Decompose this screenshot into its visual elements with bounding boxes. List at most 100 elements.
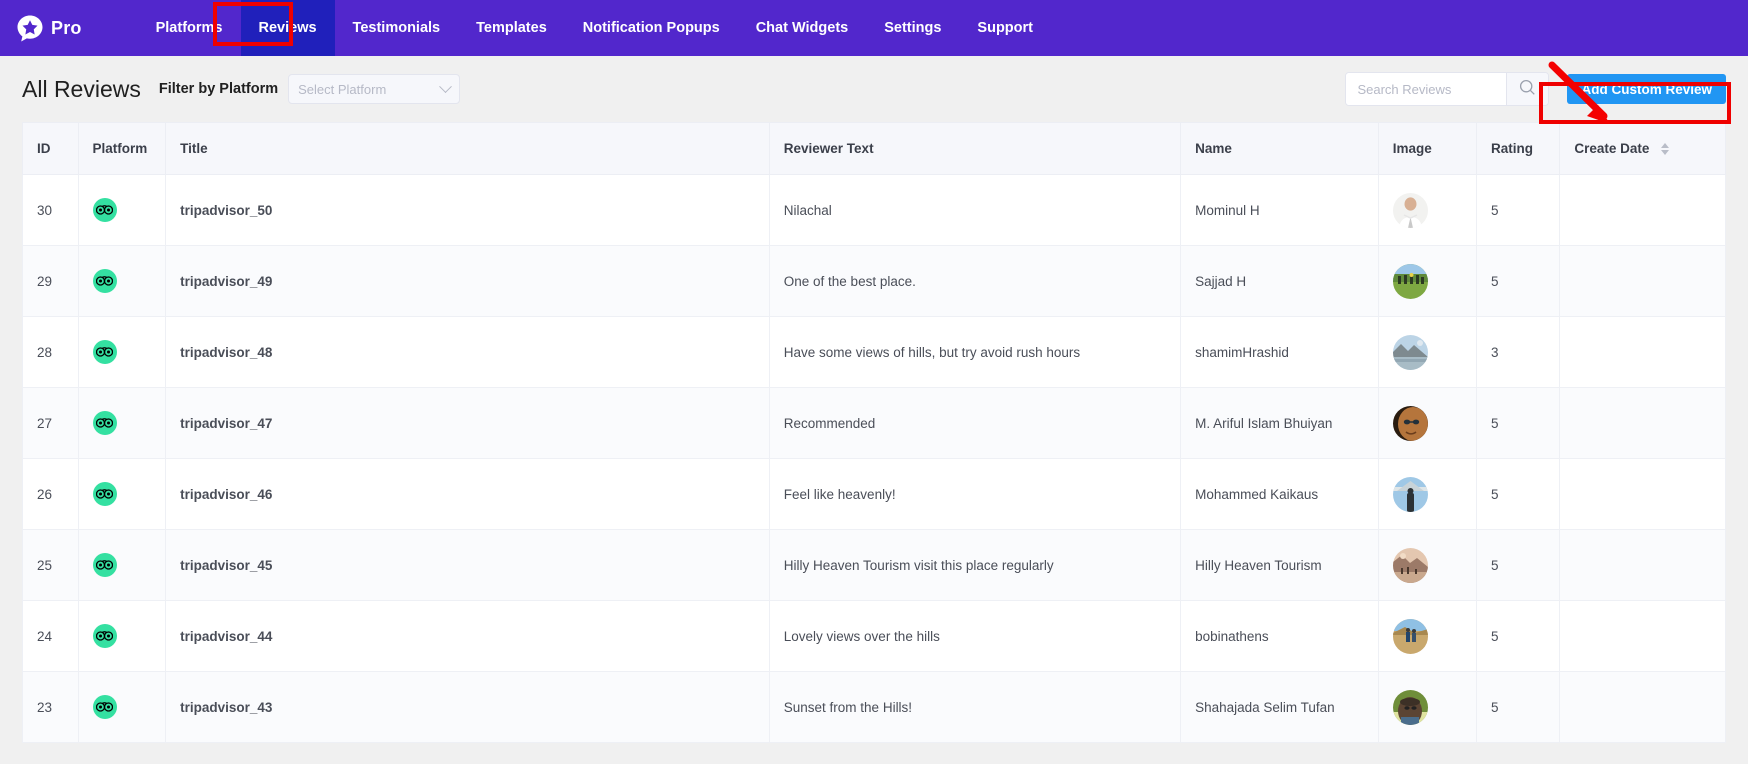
sort-toggle-icon[interactable] [1660, 142, 1670, 156]
cell-title[interactable]: tripadvisor_46 [165, 458, 770, 530]
cell-title[interactable]: tripadvisor_43 [165, 671, 770, 743]
nav-item-platforms[interactable]: Platforms [138, 0, 241, 56]
tripadvisor-owl-icon [92, 269, 117, 293]
reviews-table-body: 30 tripadvisor_50 Nilachal Mominul H 5 2… [22, 174, 1726, 743]
tripadvisor-owl-icon [92, 482, 117, 506]
reviews-table: ID Platform Title Reviewer Text Name Ima… [22, 122, 1726, 743]
avatar [1392, 334, 1428, 370]
avatar [1392, 263, 1428, 299]
cell-platform [77, 529, 167, 601]
search-input[interactable] [1346, 73, 1507, 105]
column-header-platform: Platform [77, 122, 167, 175]
cell-name: Mohammed Kaikaus [1180, 458, 1379, 530]
table-row[interactable]: 26 tripadvisor_46 Feel like heavenly! Mo… [22, 458, 1726, 530]
table-row[interactable]: 25 tripadvisor_45 Hilly Heaven Tourism v… [22, 529, 1726, 601]
cell-rating: 5 [1475, 458, 1561, 530]
column-header-reviewer-text: Reviewer Text [768, 122, 1182, 175]
column-header-create-date[interactable]: Create Date [1559, 122, 1726, 175]
cell-title[interactable]: tripadvisor_44 [165, 600, 770, 672]
tripadvisor-owl-icon [92, 695, 117, 719]
page-title: All Reviews [22, 75, 141, 102]
nav-item-notification-popups[interactable]: Notification Popups [565, 0, 738, 56]
cell-id: 24 [22, 600, 79, 672]
table-row[interactable]: 23 tripadvisor_43 Sunset from the Hills!… [22, 671, 1726, 743]
cell-name: Shahajada Selim Tufan [1180, 671, 1379, 743]
cell-create-date [1559, 174, 1726, 246]
cell-create-date [1559, 529, 1726, 601]
column-header-rating: Rating [1475, 122, 1561, 175]
cell-create-date [1559, 387, 1726, 459]
cell-reviewer-text: Nilachal [768, 174, 1182, 246]
subheader-right-tools: Add Custom Review [1345, 72, 1731, 124]
filter-by-platform-label: Filter by Platform [158, 81, 279, 97]
tripadvisor-owl-icon [92, 624, 117, 648]
cell-title[interactable]: tripadvisor_47 [165, 387, 770, 459]
cell-image [1377, 600, 1478, 672]
table-row[interactable]: 27 tripadvisor_47 Recommended M. Ariful … [22, 387, 1726, 459]
reviews-table-container: ID Platform Title Reviewer Text Name Ima… [0, 122, 1748, 764]
cell-image [1377, 671, 1478, 743]
search-icon [1519, 79, 1536, 99]
table-header-row: ID Platform Title Reviewer Text Name Ima… [22, 122, 1726, 175]
cell-create-date [1559, 316, 1726, 388]
cell-title[interactable]: tripadvisor_48 [165, 316, 770, 388]
cell-rating: 5 [1475, 600, 1561, 672]
cell-name: bobinathens [1180, 600, 1379, 672]
avatar [1392, 405, 1428, 441]
cell-reviewer-text: Recommended [768, 387, 1182, 459]
cell-name: shamimHrashid [1180, 316, 1379, 388]
nav-item-testimonials[interactable]: Testimonials [335, 0, 459, 56]
search-button[interactable] [1506, 73, 1549, 105]
cell-title[interactable]: tripadvisor_50 [165, 174, 770, 246]
tripadvisor-owl-icon [92, 411, 117, 435]
avatar [1392, 618, 1428, 654]
chevron-down-icon [439, 79, 452, 93]
table-row[interactable]: 30 tripadvisor_50 Nilachal Mominul H 5 [22, 174, 1726, 246]
cell-id: 25 [22, 529, 79, 601]
cell-platform [77, 316, 167, 388]
column-header-id: ID [22, 122, 79, 175]
nav-item-reviews[interactable]: Reviews [240, 0, 335, 56]
nav-item-templates[interactable]: Templates [458, 0, 565, 56]
cell-create-date [1559, 671, 1726, 743]
table-row[interactable]: 29 tripadvisor_49 One of the best place.… [22, 245, 1726, 317]
top-navigation-bar: Pro Platforms Reviews Testimonials Templ… [0, 0, 1748, 56]
cell-id: 29 [22, 245, 79, 317]
cell-rating: 5 [1475, 387, 1561, 459]
cell-title[interactable]: tripadvisor_49 [165, 245, 770, 317]
search-reviews-group [1345, 72, 1550, 106]
cell-id: 28 [22, 316, 79, 388]
cell-image [1377, 245, 1478, 317]
cell-reviewer-text: Have some views of hills, but try avoid … [768, 316, 1182, 388]
tripadvisor-owl-icon [92, 198, 117, 222]
cell-create-date [1559, 600, 1726, 672]
brand-logo[interactable]: Pro [0, 0, 92, 56]
cell-name: Mominul H [1180, 174, 1379, 246]
table-row[interactable]: 24 tripadvisor_44 Lovely views over the … [22, 600, 1726, 672]
cell-image [1377, 529, 1478, 601]
add-custom-review-button[interactable]: Add Custom Review [1567, 74, 1726, 104]
cell-rating: 5 [1475, 174, 1561, 246]
nav-item-settings[interactable]: Settings [866, 0, 959, 56]
table-row[interactable]: 28 tripadvisor_48 Have some views of hil… [22, 316, 1726, 388]
brand-name: Pro [51, 17, 82, 38]
cell-id: 23 [22, 671, 79, 743]
cell-name: Sajjad H [1180, 245, 1379, 317]
nav-item-chat-widgets[interactable]: Chat Widgets [738, 0, 867, 56]
cell-image [1377, 316, 1478, 388]
avatar [1392, 476, 1428, 512]
cell-platform [77, 387, 167, 459]
cell-title[interactable]: tripadvisor_45 [165, 529, 770, 601]
platform-select-value: Select Platform [298, 81, 387, 97]
platform-select[interactable]: Select Platform [288, 74, 461, 104]
cell-platform [77, 600, 167, 672]
nav-item-list: Platforms Reviews Testimonials Templates… [138, 0, 1051, 56]
avatar [1392, 689, 1428, 725]
cell-platform [77, 458, 167, 530]
cell-id: 26 [22, 458, 79, 530]
cell-rating: 5 [1475, 529, 1561, 601]
nav-item-support[interactable]: Support [959, 0, 1051, 56]
column-header-name: Name [1180, 122, 1379, 175]
column-header-title: Title [165, 122, 770, 175]
cell-name: M. Ariful Islam Bhuiyan [1180, 387, 1379, 459]
